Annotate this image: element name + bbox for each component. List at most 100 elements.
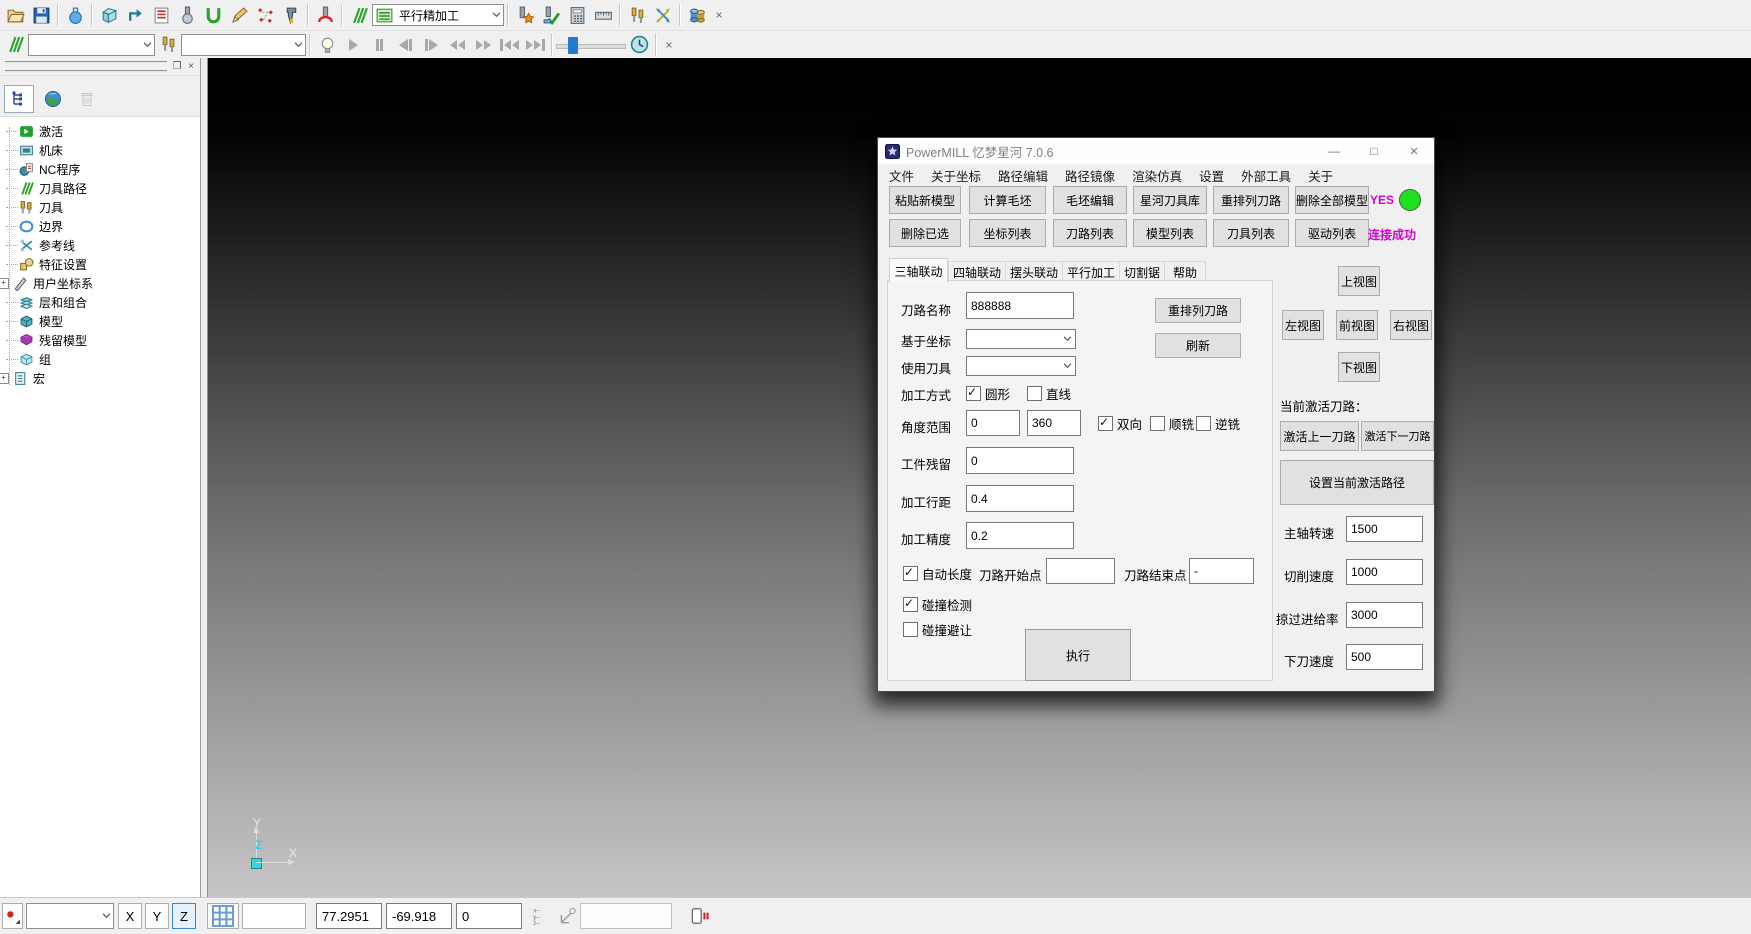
explorer-grip[interactable]: ❐ × (0, 58, 200, 76)
cylinders-icon[interactable] (684, 2, 710, 28)
menu-file[interactable]: 文件 (889, 166, 914, 185)
tab-swivel[interactable]: 摆头联动 (1005, 261, 1063, 282)
expand-icon[interactable]: + (0, 278, 9, 289)
tree-item-machine[interactable]: 机床 (0, 141, 200, 160)
collision-check-icon[interactable] (312, 2, 338, 28)
view-top-button[interactable]: 上视图 (1338, 266, 1380, 296)
tree-item-feature-sets[interactable]: 特征设置 (0, 255, 200, 274)
edit-block-button[interactable]: 毛坯编辑 (1053, 186, 1127, 214)
tree-item-levels[interactable]: 层和组合 (0, 293, 200, 312)
rearrange-button[interactable]: 重排列刀路 (1155, 298, 1241, 323)
transform-swap-icon[interactable] (650, 2, 676, 28)
coordinate-x-field[interactable]: 77.2951 (316, 903, 382, 929)
angle-to-input[interactable] (1027, 410, 1081, 436)
execute-button[interactable]: 执行 (1025, 629, 1131, 681)
checkbox[interactable] (903, 566, 918, 581)
tree-item-stock-models[interactable]: 残留模型 (0, 331, 200, 350)
undo-arrow-icon[interactable] (122, 2, 148, 28)
tree-item-nc-programs[interactable]: NC程序 (0, 160, 200, 179)
checkbox[interactable] (1150, 416, 1165, 431)
rearrange-toolpaths-button[interactable]: 重排列刀路 (1213, 186, 1289, 214)
menu-about[interactable]: 关于 (1308, 166, 1333, 185)
pause-button[interactable] (366, 34, 392, 56)
go-start-button[interactable] (496, 34, 522, 56)
tab-help[interactable]: 帮助 (1164, 261, 1206, 282)
line-checkbox[interactable]: 直线 (1027, 384, 1071, 403)
maximize-button[interactable]: □ (1354, 138, 1394, 164)
drive-list-button[interactable]: 驱动列表 (1295, 219, 1369, 247)
tree-item-boundaries[interactable]: 边界 (0, 217, 200, 236)
workplane-field[interactable] (580, 903, 672, 929)
checkbox[interactable] (1098, 416, 1113, 431)
stepover-input[interactable] (966, 485, 1074, 512)
use-tool-combobox[interactable] (966, 356, 1076, 376)
checkbox[interactable] (966, 386, 981, 401)
checkbox[interactable] (903, 597, 918, 612)
menu-coords[interactable]: 关于坐标 (931, 166, 981, 185)
lightbulb-icon[interactable] (314, 32, 340, 58)
points-icon[interactable] (252, 2, 278, 28)
block-icon[interactable] (96, 2, 122, 28)
axes-compass-icon[interactable] (554, 904, 580, 928)
tool-icon[interactable] (155, 32, 181, 58)
menu-external-tools[interactable]: 外部工具 (1241, 166, 1291, 185)
menu-path-mirror[interactable]: 路径镜像 (1065, 166, 1115, 185)
toolpath-list-button[interactable]: 刀路列表 (1053, 219, 1127, 247)
save-icon[interactable] (28, 2, 54, 28)
restore-panel-icon[interactable]: ❐ (170, 60, 184, 73)
toolpath-combobox[interactable] (28, 34, 155, 56)
delete-selected-button[interactable]: 删除已选 (889, 219, 961, 247)
create-tool-icon[interactable] (174, 2, 200, 28)
record-dot-button[interactable] (2, 903, 23, 929)
verify-tool-icon[interactable] (538, 2, 564, 28)
calculator-icon[interactable] (564, 2, 590, 28)
trash-button[interactable] (72, 85, 102, 113)
coordinate-z-field[interactable]: 0 (456, 903, 522, 929)
checkbox[interactable] (1027, 386, 1042, 401)
globe-button[interactable] (38, 85, 68, 113)
tab-saw[interactable]: 切割锯 (1119, 261, 1165, 282)
tree-item-groups[interactable]: 组 (0, 350, 200, 369)
paste-model-button[interactable]: 粘贴新模型 (889, 186, 961, 214)
end-point-input[interactable] (1189, 558, 1254, 584)
collision-check-checkbox[interactable]: 碰撞检测 (903, 595, 972, 614)
set-active-path-button[interactable]: 设置当前激活路径 (1280, 460, 1434, 505)
tab-3axis[interactable]: 三轴联动 (889, 258, 948, 283)
view-front-button[interactable]: 前视图 (1336, 310, 1378, 340)
tree-item-toolpaths[interactable]: 刀具路径 (0, 179, 200, 198)
tree-item-workplanes[interactable]: +用户坐标系 (0, 274, 200, 293)
play-button[interactable] (340, 34, 366, 56)
toolbar-close-icon[interactable]: × (710, 6, 728, 24)
block-pause-icon[interactable] (686, 904, 712, 928)
coord-list-button[interactable]: 坐标列表 (969, 219, 1046, 247)
conventional-mill-checkbox[interactable]: 逆铣 (1196, 414, 1240, 433)
close-panel-icon[interactable]: × (184, 60, 198, 73)
go-end-button[interactable] (522, 34, 548, 56)
tool-library-button[interactable]: 星河刀具库 (1133, 186, 1207, 214)
plunge-feed-input[interactable] (1346, 644, 1423, 670)
angle-from-input[interactable] (966, 410, 1020, 436)
tolerance-input[interactable] (966, 522, 1074, 549)
tool-pair-icon[interactable] (624, 2, 650, 28)
ruler-icon[interactable] (590, 2, 616, 28)
toolpath-spring-icon[interactable] (346, 2, 372, 28)
nc-program-icon[interactable] (148, 2, 174, 28)
toolpath-u-icon[interactable] (200, 2, 226, 28)
grid-button[interactable] (207, 903, 239, 929)
toolbar-close-icon[interactable]: × (660, 36, 678, 54)
menu-path-edit[interactable]: 路径编辑 (998, 166, 1048, 185)
model-list-button[interactable]: 模型列表 (1133, 219, 1207, 247)
axis-y-button[interactable]: Y (145, 903, 169, 929)
spindle-speed-input[interactable] (1346, 516, 1423, 542)
menu-settings[interactable]: 设置 (1199, 166, 1224, 185)
grid-size-field[interactable] (242, 903, 306, 929)
tool-combobox[interactable] (181, 34, 306, 56)
calc-block-button[interactable]: 计算毛坯 (969, 186, 1046, 214)
statusbar-combobox[interactable] (26, 903, 114, 929)
strategy-combobox[interactable]: 平行精加工 (372, 4, 504, 26)
speed-slider[interactable] (556, 36, 626, 54)
start-point-input[interactable] (1046, 558, 1115, 584)
step-back-button[interactable] (392, 34, 418, 56)
view-right-button[interactable]: 右视图 (1390, 310, 1432, 340)
refresh-button[interactable]: 刷新 (1155, 333, 1241, 358)
